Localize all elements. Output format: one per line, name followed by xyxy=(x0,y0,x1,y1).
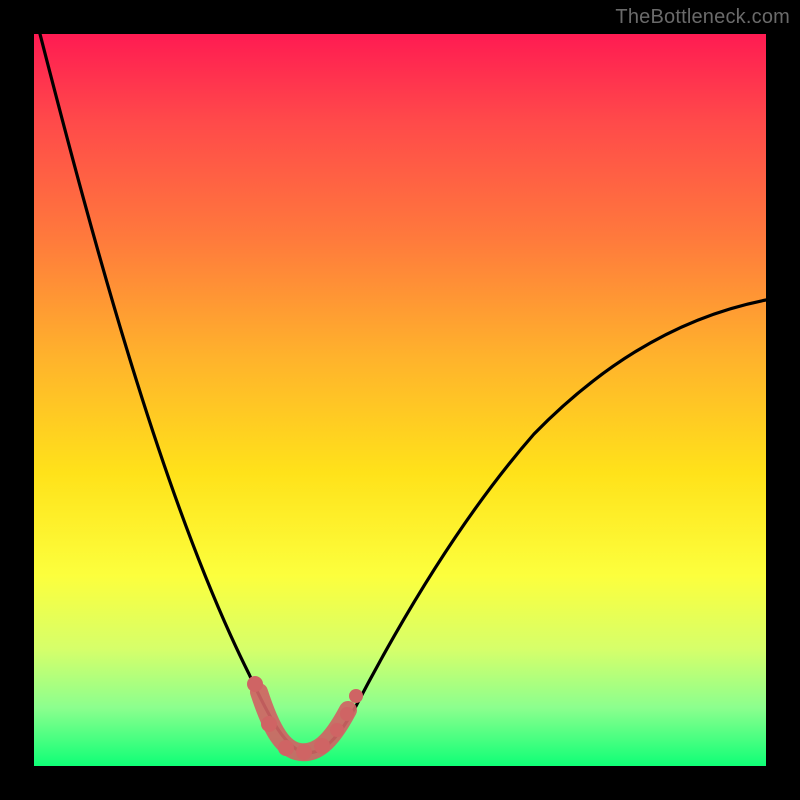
marker-dot xyxy=(278,740,294,756)
marker-dot xyxy=(314,738,330,754)
watermark-text: TheBottleneck.com xyxy=(615,6,790,29)
marker-dot xyxy=(349,689,363,703)
plot-svg xyxy=(34,34,766,766)
marker-dot xyxy=(296,744,312,760)
marker-dot xyxy=(330,723,344,737)
marker-dot xyxy=(340,707,354,721)
marker-dot xyxy=(261,716,277,732)
bottleneck-curve xyxy=(40,34,766,753)
marker-dot xyxy=(247,676,263,692)
chart-area xyxy=(34,34,766,766)
